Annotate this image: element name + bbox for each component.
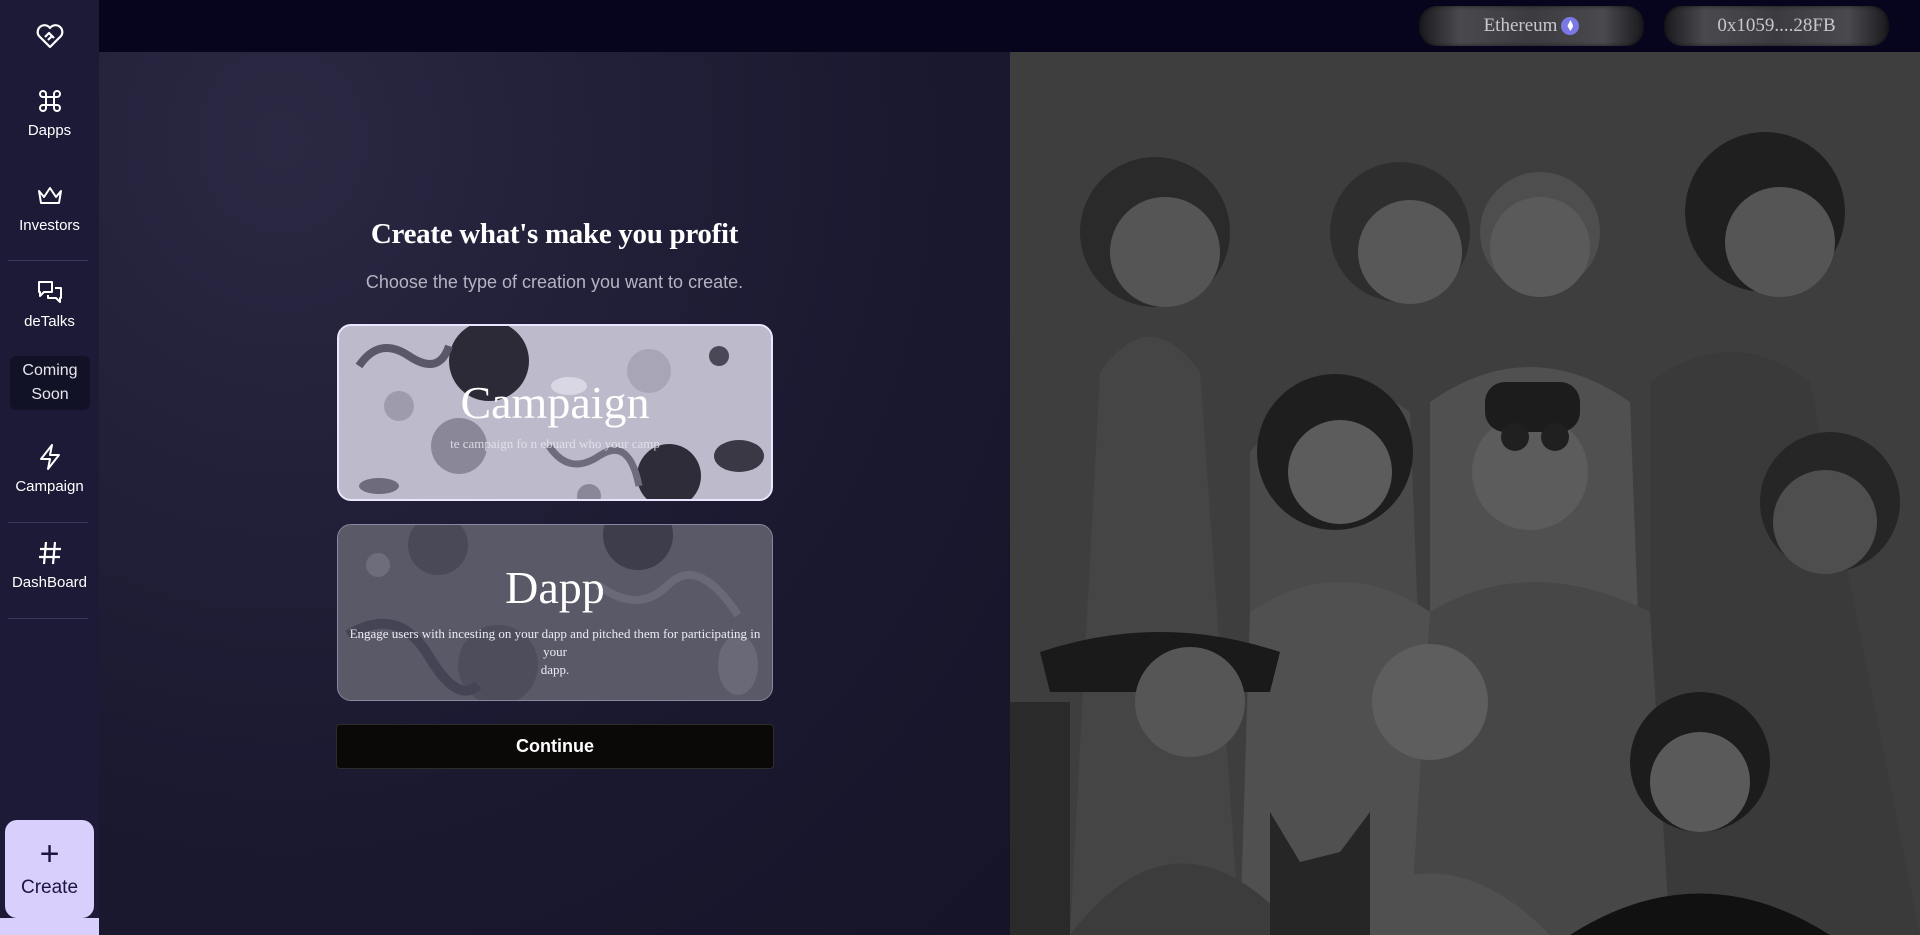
create-button-label: Create: [20, 877, 79, 898]
campaign-card-title: Campaign: [460, 377, 650, 428]
dapp-card-description: Engage users with incesting on your dapp…: [338, 625, 772, 679]
network-selector[interactable]: Ethereum: [1419, 6, 1644, 46]
lightning-icon: [39, 444, 60, 470]
logo-icon[interactable]: [32, 18, 68, 54]
sidebar-item-investors[interactable]: Investors: [0, 181, 99, 234]
sidebar-divider: [8, 260, 88, 261]
sidebar-divider: [8, 618, 88, 619]
page-title: Create what's make you profit: [370, 218, 739, 250]
sidebar-item-dashboard[interactable]: DashBoard: [0, 538, 99, 591]
chat-icon: [37, 281, 62, 303]
command-icon: [38, 90, 61, 112]
sidebar-item-label: Campaign: [15, 478, 84, 495]
sidebar-item-dapps[interactable]: Dapps: [0, 86, 99, 139]
campaign-option-card[interactable]: Campaign te campaign fo n ebuard who you…: [337, 324, 773, 501]
plus-icon: +: [39, 835, 60, 873]
ethereum-icon: [1561, 17, 1580, 35]
crown-icon: [37, 187, 62, 204]
sidebar: Dapps Investors deTalks Coming Soon Camp…: [0, 0, 99, 935]
dapp-card-title: Dapp: [505, 562, 605, 613]
wallet-address: 0x1059....28FB: [1717, 15, 1836, 36]
wallet-address-button[interactable]: 0x1059....28FB: [1664, 6, 1889, 46]
sidebar-item-label: Dapps: [27, 122, 72, 139]
sidebar-item-label: DashBoard: [11, 574, 88, 591]
network-label: Ethereum: [1483, 15, 1558, 36]
sidebar-bottom-strip: [0, 918, 99, 935]
dapp-option-card[interactable]: Dapp Engage users with incesting on your…: [337, 524, 773, 701]
coming-soon-line: Coming: [22, 362, 78, 379]
campaign-card-description: te campaign fo n ebuard who your camp: [450, 436, 660, 451]
sidebar-item-label: Investors: [19, 217, 80, 234]
sidebar-item-label: deTalks: [24, 313, 75, 330]
create-button[interactable]: + Create: [5, 820, 94, 918]
sidebar-item-campaign[interactable]: Campaign: [0, 442, 99, 495]
page-subtitle: Choose the type of creation you want to …: [365, 272, 744, 292]
sidebar-divider: [8, 522, 88, 523]
top-bar: Ethereum 0x1059....28FB: [99, 0, 1920, 52]
dapp-card-description-line: dapp.: [540, 662, 570, 677]
people-illustration: [1010, 52, 1920, 935]
coming-soon-badge: Coming Soon: [10, 356, 90, 410]
sidebar-item-detalks[interactable]: deTalks: [0, 277, 99, 330]
hash-icon: [38, 541, 61, 565]
continue-button[interactable]: Continue: [336, 724, 774, 769]
dapp-card-description-line: Engage users with incesting on your dapp…: [349, 626, 761, 659]
coming-soon-line: Soon: [31, 386, 69, 403]
